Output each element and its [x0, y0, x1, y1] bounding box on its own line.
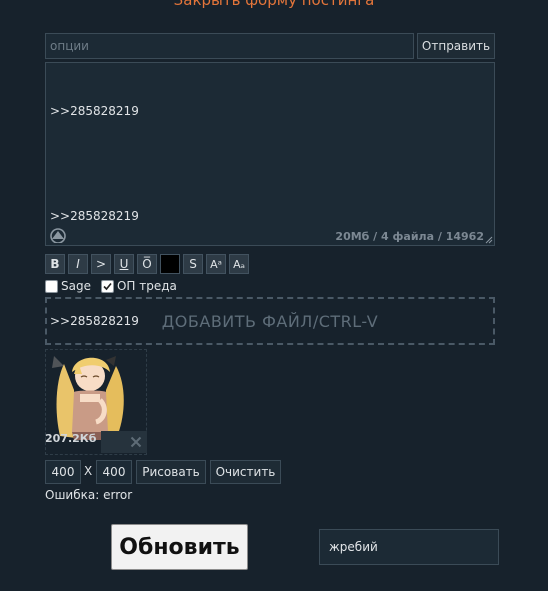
overline-button[interactable]: O̅ — [137, 254, 157, 274]
close-icon — [130, 436, 142, 448]
error-message: Ошибка: error — [45, 488, 133, 502]
draw-button[interactable]: Рисовать — [136, 460, 206, 484]
message-line — [50, 156, 490, 174]
checkmark-icon — [103, 282, 112, 290]
clear-button[interactable]: Очистить — [210, 460, 281, 484]
strike-button[interactable]: S — [183, 254, 203, 274]
send-button[interactable]: Отправить — [417, 33, 495, 59]
bold-button[interactable]: B — [45, 254, 65, 274]
quote-button[interactable]: > — [91, 254, 111, 274]
options-input[interactable] — [45, 33, 414, 59]
file-size: 207.2Кб — [45, 432, 97, 445]
underline-button[interactable]: U — [114, 254, 134, 274]
op-label: ОП треда — [116, 279, 177, 293]
resize-handle-icon[interactable] — [485, 236, 493, 244]
message-textarea[interactable]: >>285828219 >>285828219 >>285828219 20Мб… — [45, 62, 495, 328]
subscript-button[interactable]: Aₐ — [229, 254, 249, 274]
close-form-link[interactable]: Закрыть форму постинга — [0, 0, 548, 9]
sage-checkbox[interactable] — [45, 279, 58, 293]
message-line: >>285828219 — [50, 209, 139, 223]
options-checkboxes: Sage ОП треда — [45, 278, 177, 294]
op-checkbox[interactable] — [100, 279, 114, 293]
lot-input[interactable] — [319, 529, 499, 565]
refresh-button[interactable]: Обновить — [111, 524, 248, 570]
spoiler-button[interactable]: █ — [160, 254, 180, 274]
limits-info: 20Мб / 4 файла / 14962 — [335, 230, 484, 243]
message-line: >>285828219 — [50, 104, 139, 118]
superscript-button[interactable]: Aᵃ — [206, 254, 226, 274]
remove-file-button[interactable] — [101, 431, 147, 453]
sage-label: Sage — [61, 279, 91, 293]
canvas-height-input[interactable] — [96, 460, 132, 484]
captcha-icon[interactable] — [49, 227, 67, 243]
canvas-width-input[interactable] — [45, 460, 81, 484]
dimension-separator: X — [84, 464, 93, 478]
file-dropzone[interactable]: ДОБАВИТЬ ФАЙЛ/CTRL-V — [45, 297, 495, 345]
italic-button[interactable]: I — [68, 254, 88, 274]
markup-toolbar: B I > U O̅ █ S Aᵃ Aₐ — [45, 254, 249, 274]
